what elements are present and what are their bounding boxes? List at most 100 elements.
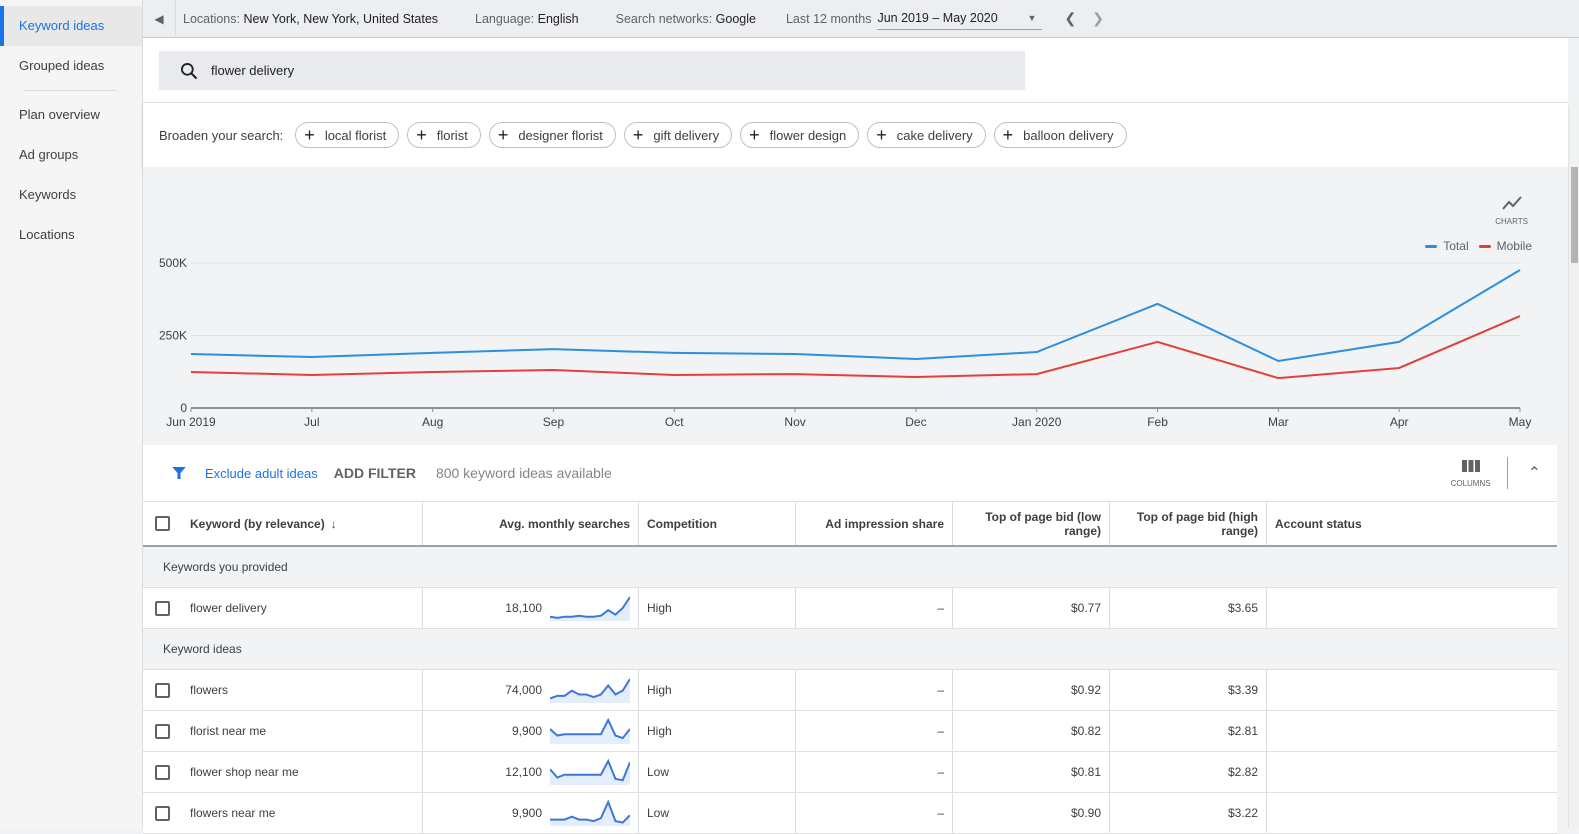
caret-left-icon: ◀ — [154, 12, 163, 26]
sort-arrow-down-icon: ↓ — [331, 517, 337, 531]
bid-low-cell: $0.81 — [953, 752, 1110, 792]
x-tick-label: Jul — [304, 415, 319, 429]
language-setting[interactable]: Language: English — [475, 12, 579, 26]
y-tick-label: 0 — [180, 401, 187, 415]
impression-share-cell: – — [796, 711, 953, 751]
sparkline-area — [550, 720, 630, 744]
row-checkbox[interactable] — [155, 601, 170, 616]
x-tick-label: Aug — [422, 415, 443, 429]
locations-label: Locations: — [183, 12, 240, 26]
sidebar-item-keywords[interactable]: Keywords — [0, 175, 142, 215]
y-tick-label: 250K — [159, 329, 187, 343]
plus-icon: + — [633, 126, 644, 144]
searches-cell: 74,000 — [423, 670, 639, 710]
locations-setting[interactable]: Locations: New York, New York, United St… — [183, 12, 438, 26]
x-tick-label: Feb — [1147, 415, 1168, 429]
broaden-chip[interactable]: +gift delivery — [624, 122, 732, 148]
sparkline-area — [550, 679, 630, 703]
trend-sparkline — [550, 759, 630, 785]
broaden-chip[interactable]: +cake delivery — [867, 122, 985, 148]
bid-low-cell: $0.82 — [953, 711, 1110, 751]
header-competition[interactable]: Competition — [639, 502, 796, 545]
row-checkbox[interactable] — [155, 724, 170, 739]
broaden-search-bar: Broaden your search: +local florist +flo… — [143, 103, 1568, 167]
sidebar-item-plan-overview[interactable]: Plan overview — [0, 95, 142, 135]
row-checkbox[interactable] — [155, 806, 170, 821]
search-icon — [179, 61, 199, 81]
exclude-adult-ideas-link[interactable]: Exclude adult ideas — [205, 466, 318, 481]
bid-high-cell: $3.39 — [1110, 670, 1267, 710]
header-bid-high[interactable]: Top of page bid (high range) — [1110, 502, 1267, 545]
searches-value: 9,900 — [512, 806, 542, 820]
x-tick-label: Nov — [784, 415, 805, 429]
language-value: English — [538, 12, 579, 26]
table-header: Keyword (by relevance) ↓ Avg. monthly se… — [143, 502, 1557, 547]
sidebar-divider — [23, 90, 117, 91]
search-volume-chart: CHARTS Total Mobile 0250K500KJun 2019Jul… — [143, 167, 1568, 445]
date-range-dropdown[interactable]: Jun 2019 – May 2020 ▼ — [877, 8, 1042, 30]
keyword-count: 800 keyword ideas available — [436, 465, 612, 481]
chip-label: flower design — [770, 128, 847, 143]
broaden-chip[interactable]: +designer florist — [489, 122, 616, 148]
plus-icon: + — [876, 126, 887, 144]
series-line-mobile — [191, 316, 1520, 378]
broaden-chip[interactable]: +balloon delivery — [994, 122, 1127, 148]
broaden-chip[interactable]: + florist — [407, 122, 481, 148]
chip-label: florist — [437, 128, 468, 143]
plus-icon: + — [304, 126, 315, 144]
page-scrollbar[interactable] — [1568, 167, 1579, 828]
row-checkbox[interactable] — [155, 765, 170, 780]
columns-icon — [1461, 459, 1481, 473]
header-avg-searches[interactable]: Avg. monthly searches — [423, 502, 639, 545]
filter-icon[interactable] — [170, 464, 188, 482]
account-status-cell — [1267, 711, 1557, 751]
scrollbar-thumb[interactable] — [1571, 167, 1578, 263]
networks-setting[interactable]: Search networks: Google — [616, 12, 756, 26]
broaden-chip[interactable]: +flower design — [740, 122, 859, 148]
columns-button[interactable]: COLUMNS — [1451, 459, 1491, 488]
competition-cell: High — [639, 588, 796, 628]
plus-icon: + — [416, 126, 427, 144]
select-all-checkbox[interactable] — [155, 516, 170, 531]
sidebar: Keyword ideas Grouped ideas Plan overvie… — [0, 0, 143, 828]
collapse-sidebar-button[interactable]: ◀ — [143, 0, 176, 38]
x-tick-label: Jun 2019 — [166, 415, 216, 429]
header-keyword[interactable]: Keyword (by relevance) ↓ — [143, 502, 423, 545]
next-period-button[interactable]: ❯ — [1092, 10, 1104, 27]
table-body: Keywords you provided flower delivery 18… — [143, 547, 1557, 834]
impression-share-cell: – — [796, 670, 953, 710]
keyword-cell: flowers — [143, 670, 423, 710]
searches-cell: 18,100 — [423, 588, 639, 628]
table-group-header: Keywords you provided — [143, 547, 1557, 588]
line-chart: 0250K500KJun 2019JulAugSepOctNovDecJan 2… — [143, 167, 1568, 445]
previous-period-button[interactable]: ❮ — [1064, 10, 1076, 27]
account-status-cell — [1267, 793, 1557, 833]
broaden-chip[interactable]: +local florist — [295, 122, 399, 148]
keyword-table: Keyword (by relevance) ↓ Avg. monthly se… — [143, 502, 1557, 834]
account-status-cell — [1267, 752, 1557, 792]
keyword-text: florist near me — [190, 724, 266, 738]
sidebar-item-keyword-ideas[interactable]: Keyword ideas — [0, 6, 142, 46]
collapse-chart-button[interactable]: ⌃ — [1528, 463, 1541, 483]
keyword-search-input[interactable]: flower delivery — [159, 51, 1025, 90]
bid-high-cell: $3.22 — [1110, 793, 1267, 833]
x-tick-label: Oct — [665, 415, 684, 429]
searches-cell: 9,900 — [423, 711, 639, 751]
header-bid-low[interactable]: Top of page bid (low range) — [953, 502, 1110, 545]
keyword-cell: flowers near me — [143, 793, 423, 833]
keyword-cell: flower delivery — [143, 588, 423, 628]
sidebar-item-grouped-ideas[interactable]: Grouped ideas — [0, 46, 142, 86]
searches-cell: 9,900 — [423, 793, 639, 833]
impression-share-cell: – — [796, 752, 953, 792]
sidebar-item-ad-groups[interactable]: Ad groups — [0, 135, 142, 175]
header-impression-share[interactable]: Ad impression share — [796, 502, 953, 545]
top-bar: ◀ Locations: New York, New York, United … — [143, 0, 1579, 38]
add-filter-button[interactable]: ADD FILTER — [334, 465, 416, 481]
sparkline-area — [550, 761, 630, 785]
keyword-text: flowers near me — [190, 806, 275, 820]
sidebar-item-locations[interactable]: Locations — [0, 215, 142, 255]
row-checkbox[interactable] — [155, 683, 170, 698]
searches-cell: 12,100 — [423, 752, 639, 792]
searches-value: 18,100 — [505, 601, 542, 615]
header-account-status[interactable]: Account status — [1267, 502, 1557, 545]
